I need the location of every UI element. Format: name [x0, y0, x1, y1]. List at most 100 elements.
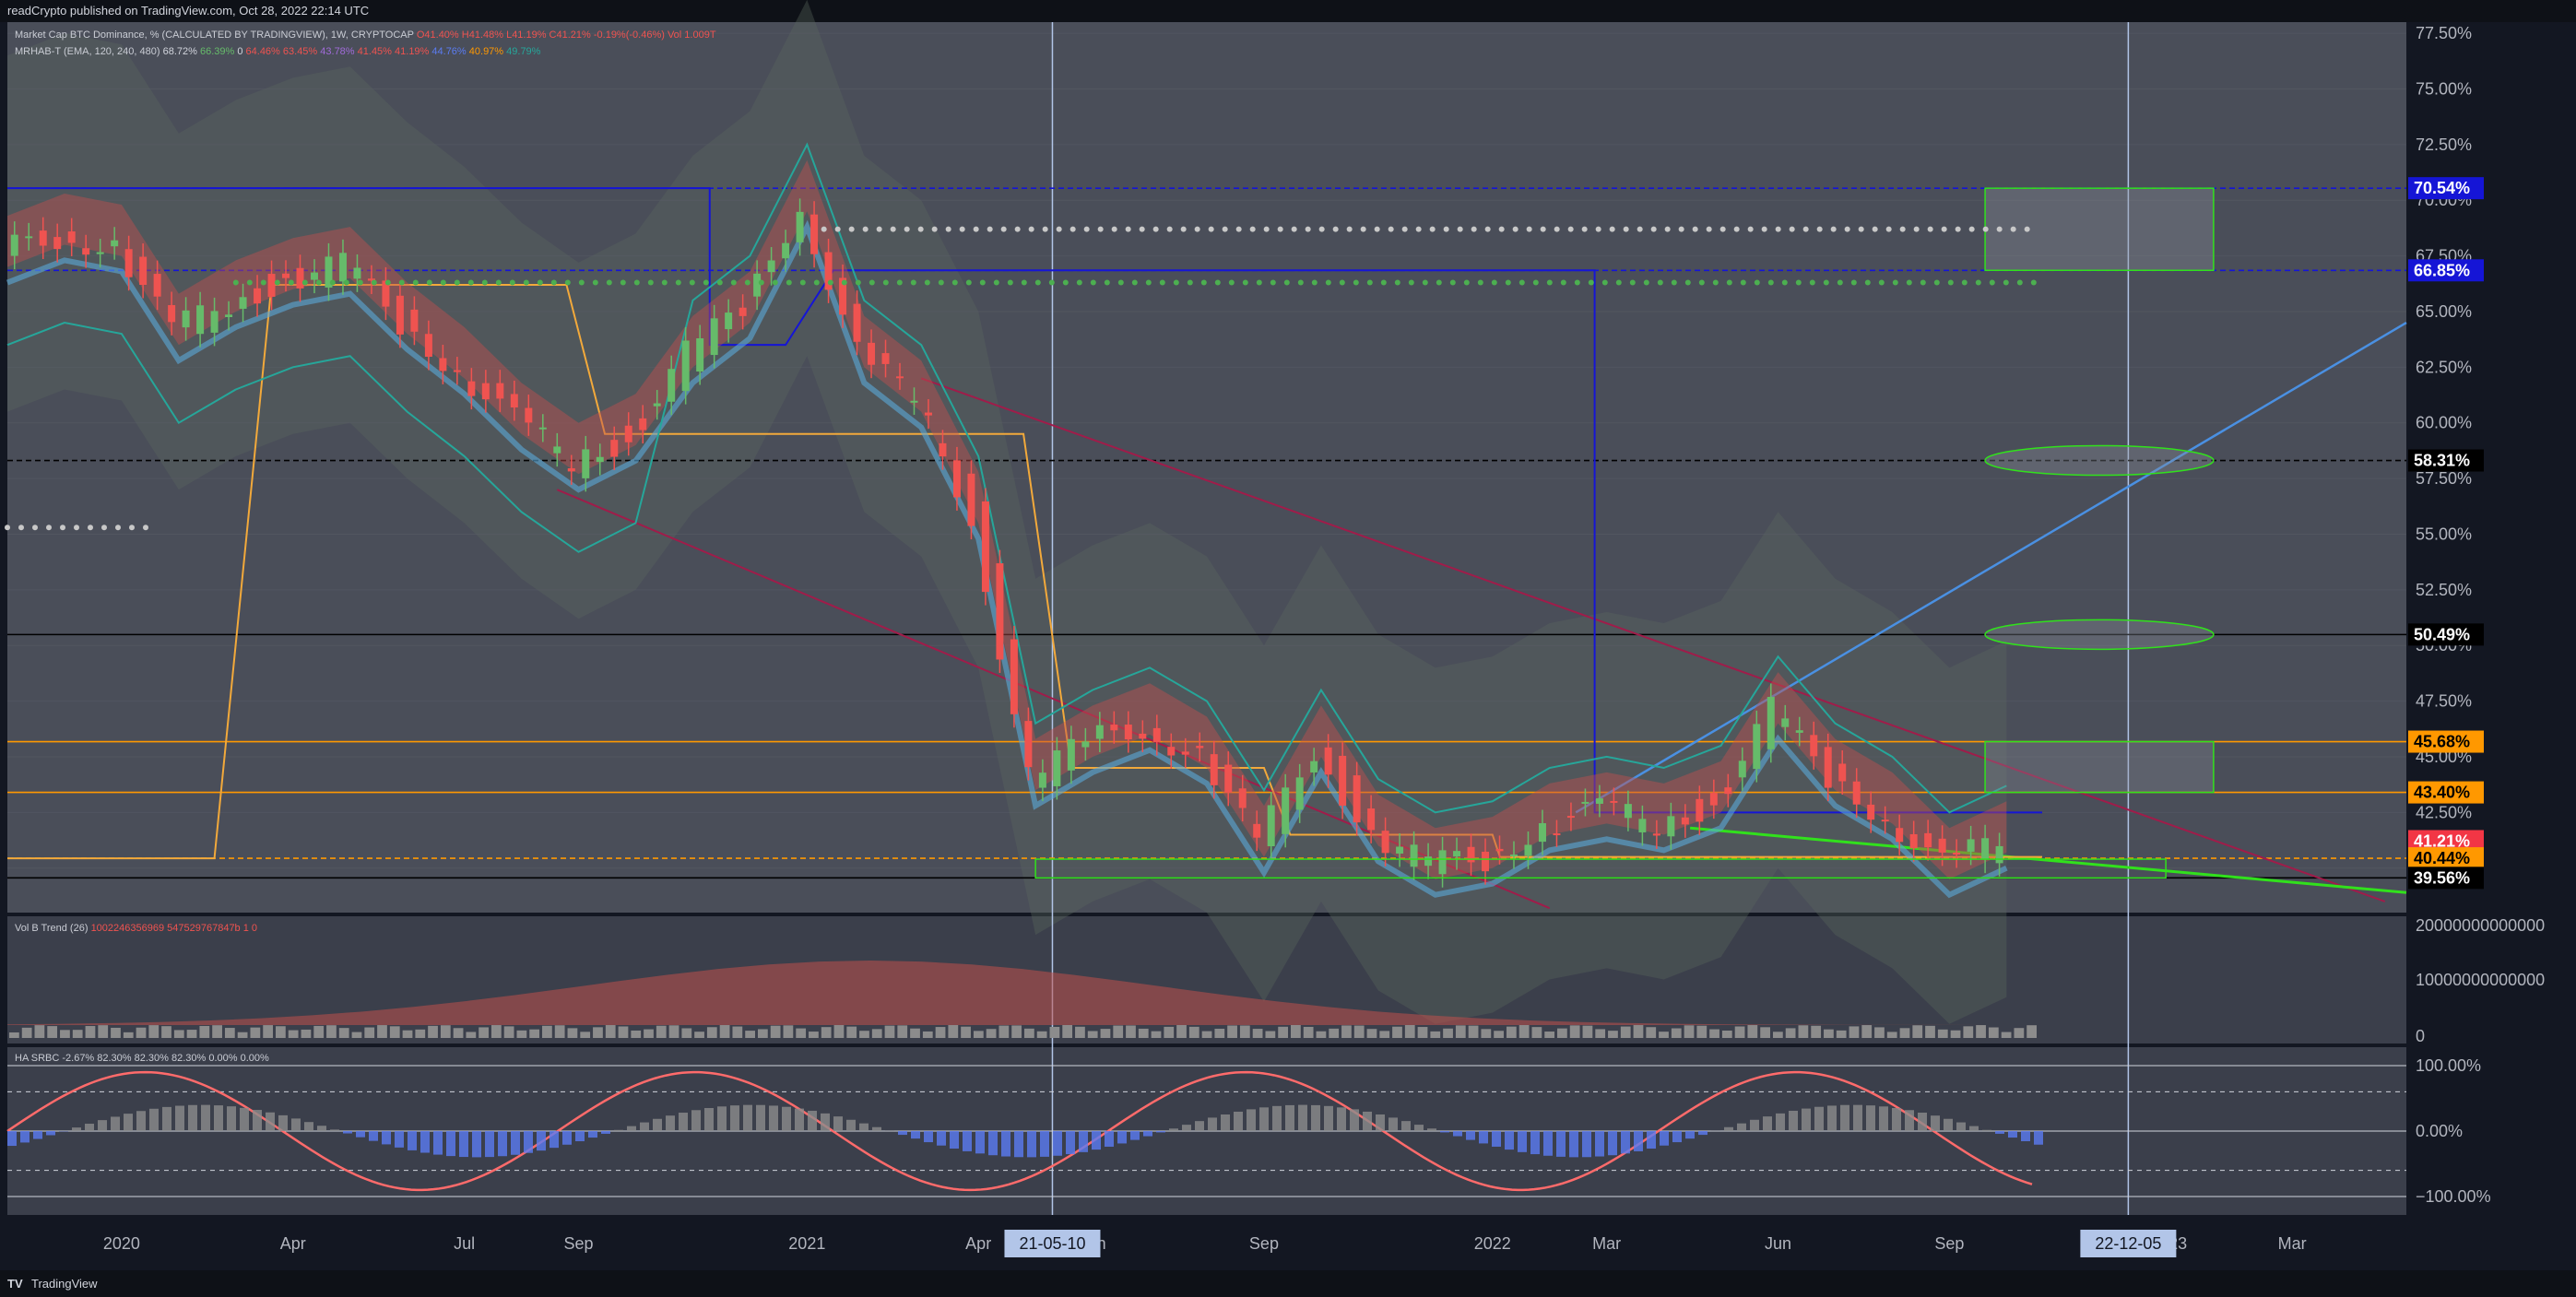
volume-bar	[529, 1029, 540, 1038]
volume-axis-tick: 20000000000000	[2416, 916, 2545, 935]
volume-bar	[1316, 1031, 1327, 1038]
volume-bar	[998, 1025, 1010, 1038]
level-dot	[1214, 279, 1221, 286]
price-tick-label: 42.50%	[2416, 803, 2472, 821]
candle-body	[639, 418, 647, 430]
volume-bar	[1252, 1029, 1263, 1038]
osc-histogram-bar	[653, 1118, 662, 1131]
osc-histogram-bar	[1724, 1126, 1733, 1131]
price-label-text: 43.40%	[2414, 784, 2470, 802]
candle-body	[153, 274, 161, 297]
candle-body	[254, 288, 262, 304]
level-dot	[1595, 226, 1601, 232]
tradingview-logo-text[interactable]: TradingView	[31, 1277, 98, 1291]
level-dot	[1021, 279, 1027, 286]
vol-pane-legend[interactable]: Vol B Trend (26) 1002246356969 547529767…	[15, 923, 257, 934]
level-dot	[1076, 279, 1082, 286]
candle-body	[1724, 787, 1732, 795]
volume-bar	[821, 1027, 832, 1038]
volume-bar	[186, 1030, 197, 1038]
vol-pane-values: 1002246356969 547529767847b 1 0	[90, 923, 258, 934]
volume-bar	[1709, 1029, 1719, 1038]
volume-bar	[1214, 1028, 1225, 1038]
main-legend[interactable]: Market Cap BTC Dominance, % (CALCULATED …	[15, 29, 716, 41]
volume-bar	[1062, 1025, 1073, 1038]
volume-bar	[1468, 1025, 1479, 1038]
level-dot	[1097, 226, 1104, 232]
volume-bar	[34, 1025, 45, 1038]
level-dot	[633, 279, 640, 286]
level-dot	[1733, 226, 1740, 232]
candle-body	[82, 248, 90, 255]
level-dot	[1325, 279, 1331, 286]
osc-histogram-bar	[214, 1105, 223, 1131]
volume-bar	[1430, 1031, 1441, 1038]
volume-bar	[986, 1029, 997, 1038]
level-dot	[592, 279, 598, 286]
level-dot	[1291, 226, 1297, 232]
candle-body	[1010, 639, 1018, 714]
osc-histogram-bar	[911, 1131, 920, 1139]
level-dot	[841, 279, 847, 286]
candle-body	[739, 307, 747, 316]
osc-histogram-bar	[963, 1131, 972, 1151]
mrhab-value: 49.79%	[503, 46, 541, 57]
level-dot	[1837, 279, 1843, 286]
candle-body	[481, 383, 490, 400]
osc-histogram-bar	[730, 1105, 739, 1131]
osc-axis-tick: 100.00%	[2416, 1056, 2481, 1075]
level-dot	[1353, 279, 1359, 286]
osc-histogram-bar	[1982, 1129, 1991, 1131]
candle-body	[967, 473, 975, 526]
volume-bar	[148, 1025, 160, 1038]
time-tick-label: Sep	[564, 1234, 594, 1253]
volume-bar	[276, 1026, 286, 1038]
level-dot	[1498, 226, 1505, 232]
candle-body	[1210, 754, 1218, 785]
osc-histogram-bar	[149, 1108, 159, 1131]
osc-histogram-bar	[1944, 1118, 1953, 1131]
mrhab-value: 40.97%	[466, 46, 504, 57]
candle-body	[1524, 844, 1532, 856]
candle-body	[952, 460, 961, 498]
osc-histogram-bar	[1608, 1131, 1617, 1156]
mrhab-legend[interactable]: MRHAB-T (EMA, 120, 240, 480) 68.72% 66.3…	[15, 46, 540, 57]
chart-canvas[interactable]: 77.50%75.00%72.50%70.00%67.50%65.00%62.5…	[0, 0, 2576, 1297]
candle-body	[1310, 761, 1318, 772]
volume-bar	[389, 1026, 400, 1038]
osc-histogram-bar	[1685, 1131, 1695, 1139]
level-dot	[661, 279, 668, 286]
level-dot	[821, 226, 827, 232]
candle-body	[1553, 833, 1561, 836]
volume-bar	[1087, 1031, 1098, 1038]
osc-histogram-bar	[188, 1104, 197, 1131]
level-dot	[1069, 226, 1076, 232]
level-dot	[1816, 226, 1823, 232]
candle-body	[796, 211, 804, 242]
osc-histogram-bar	[175, 1105, 184, 1131]
osc-histogram-bar	[162, 1106, 171, 1131]
level-dot	[467, 279, 474, 286]
osc-histogram-bar	[1737, 1123, 1746, 1131]
candle-body	[1139, 733, 1147, 739]
candle-body	[1981, 838, 1990, 860]
candle-body	[182, 310, 190, 328]
osc-pane-legend[interactable]: HA SRBC -2.67% 82.30% 82.30% 82.30% 0.00…	[15, 1053, 269, 1064]
level-dot	[772, 279, 778, 286]
mrhab-name: MRHAB-T (EMA, 120, 240, 480)	[15, 46, 160, 57]
volume-bar	[694, 1032, 704, 1038]
osc-histogram-bar	[343, 1131, 352, 1134]
volume-bar	[580, 1032, 591, 1038]
level-dot	[1754, 279, 1760, 286]
level-dot	[1567, 226, 1574, 232]
osc-histogram-bar	[1376, 1114, 1385, 1131]
level-dot	[1623, 226, 1629, 232]
volume-bar	[833, 1025, 845, 1038]
tradingview-logo-icon[interactable]: TV	[7, 1277, 23, 1291]
level-dot	[1601, 279, 1608, 286]
volume-bar	[1798, 1025, 1809, 1038]
osc-histogram-bar	[1182, 1125, 1191, 1131]
osc-histogram-bar	[640, 1122, 649, 1131]
candle-body	[1110, 725, 1118, 731]
volume-bar	[1582, 1025, 1593, 1038]
